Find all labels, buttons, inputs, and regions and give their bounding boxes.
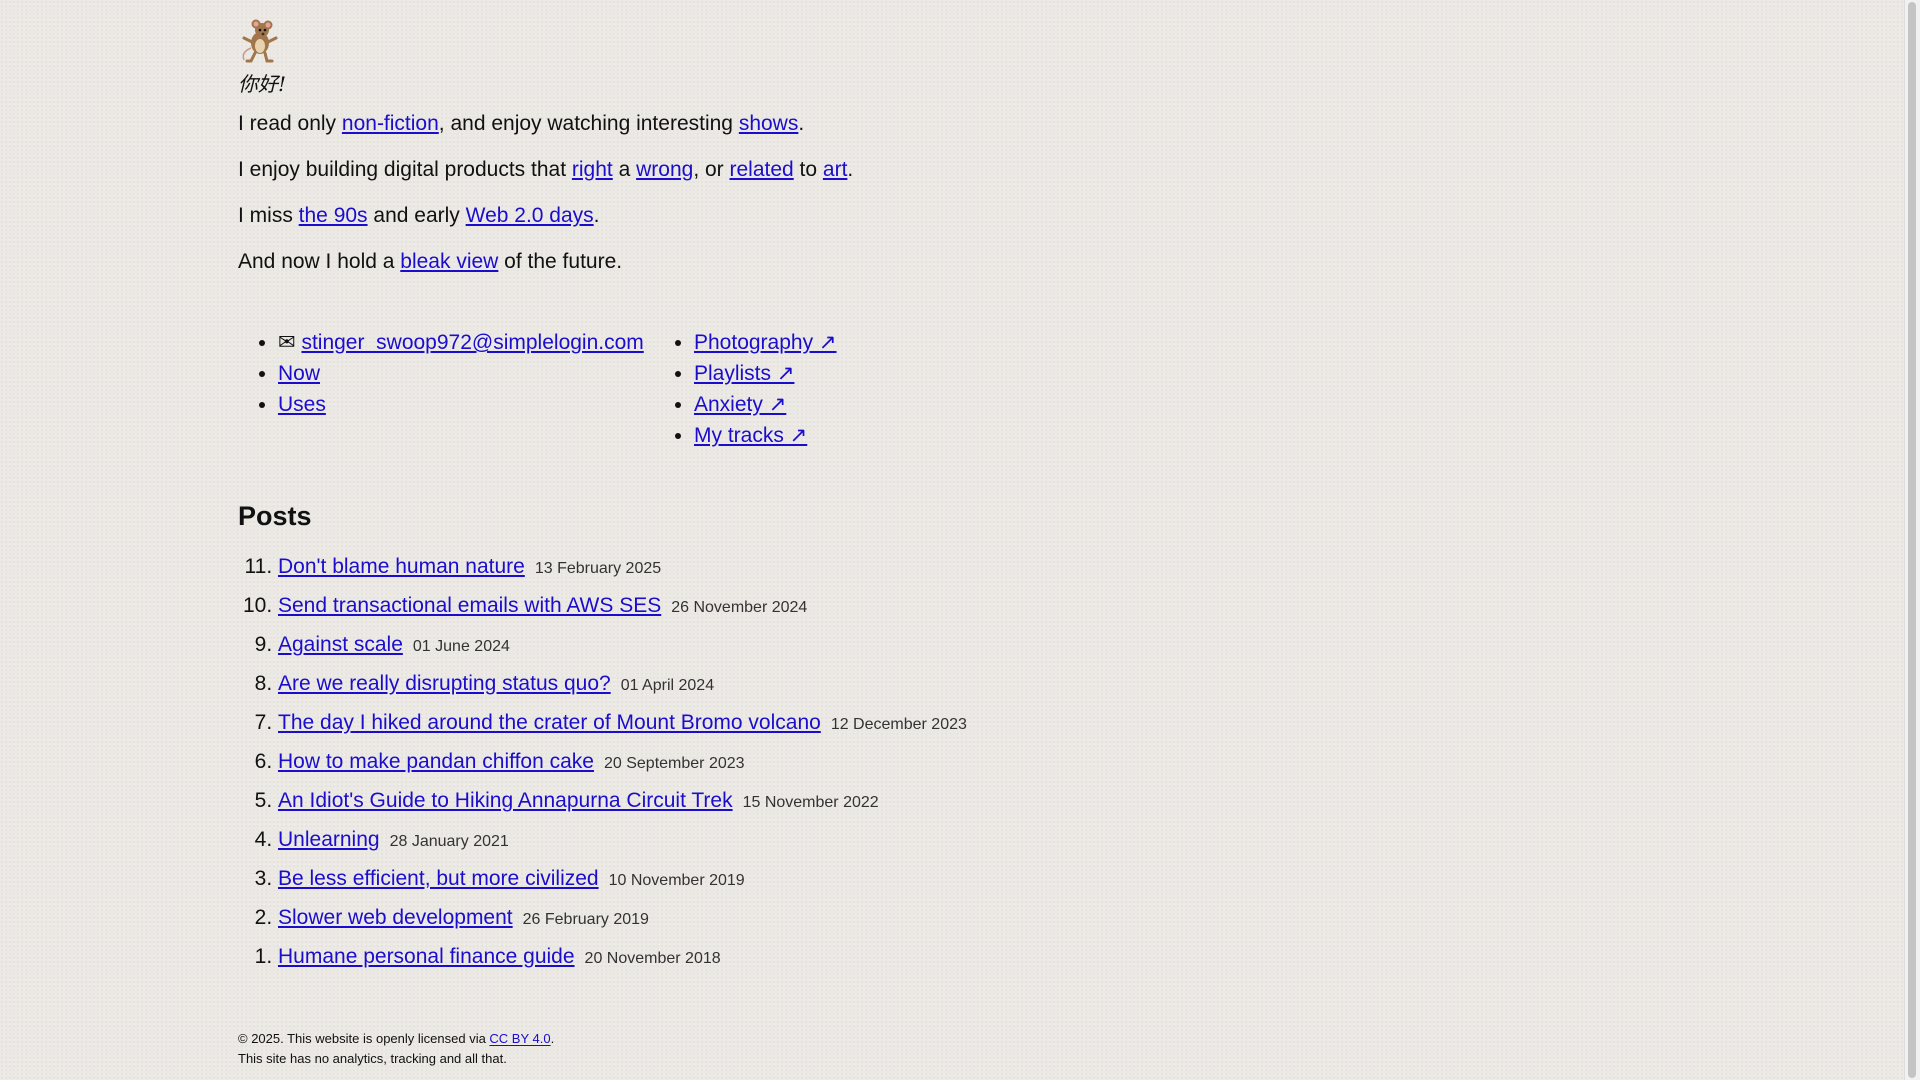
post-date: 01 April 2024 <box>620 677 715 694</box>
text: And now I hold a <box>238 250 401 273</box>
web-2-link[interactable]: Web 2.0 days <box>466 204 594 227</box>
envelope-icon: ✉ <box>278 331 296 354</box>
post-item: Unlearning 28 January 2021 <box>278 821 1538 860</box>
text: . <box>593 204 600 227</box>
text: . <box>798 112 805 135</box>
art-link[interactable]: art <box>823 158 848 181</box>
links-left: ✉ stinger_swoop972@simplelogin.com Now U… <box>238 327 654 451</box>
list-item: My tracks ↗ <box>694 420 837 451</box>
post-item: How to make pandan chiffon cake 20 Septem… <box>278 743 1538 782</box>
post-date: 15 November 2022 <box>742 794 879 811</box>
post-item: Don't blame human nature 13 February 2025 <box>278 548 1538 587</box>
the-90s-link[interactable]: the 90s <box>299 204 368 227</box>
bleak-view-link[interactable]: bleak view <box>400 250 498 273</box>
text: . <box>550 1031 555 1046</box>
text: , or <box>693 158 730 181</box>
text: and early <box>367 204 466 227</box>
post-item: Humane personal finance guide 20 November… <box>278 938 1538 977</box>
post-link[interactable]: An Idiot's Guide to Hiking Annapurna Cir… <box>278 789 733 812</box>
post-item: Slower web development 26 February 2019 <box>278 899 1538 938</box>
post-link[interactable]: How to make pandan chiffon cake <box>278 750 594 773</box>
post-item: Against scale 01 June 2024 <box>278 626 1538 665</box>
posts-list: Don't blame human nature 13 February 2025… <box>238 548 1538 977</box>
post-link[interactable]: Against scale <box>278 633 403 656</box>
post-item: The day I hiked around the crater of Mou… <box>278 704 1538 743</box>
my-tracks-link[interactable]: My tracks ↗ <box>694 424 807 447</box>
text: I miss <box>238 204 299 227</box>
footer-license: © 2025. This website is openly licensed … <box>238 1029 1538 1049</box>
vertical-scrollbar[interactable] <box>1904 0 1920 1080</box>
post-link[interactable]: Are we really disrupting status quo? <box>278 672 611 695</box>
post-date: 26 February 2019 <box>522 911 649 928</box>
text: , and enjoy watching interesting <box>438 112 739 135</box>
post-date: 28 January 2021 <box>389 833 509 850</box>
text: to <box>793 158 823 181</box>
post-link[interactable]: Don't blame human nature <box>278 555 525 578</box>
text: a <box>612 158 637 181</box>
posts-heading: Posts <box>238 501 312 531</box>
uses-link[interactable]: Uses <box>278 393 326 416</box>
post-item: Be less efficient, but more civilized 10 … <box>278 860 1538 899</box>
list-item: Playlists ↗ <box>694 358 837 389</box>
license-link[interactable]: CC BY 4.0 <box>489 1031 550 1046</box>
text: © 2025. This website is openly licensed … <box>238 1031 490 1046</box>
posts-section: Posts Don't blame human nature 13 Februar… <box>238 501 1538 977</box>
post-date: 12 December 2023 <box>830 716 967 733</box>
playlists-link[interactable]: Playlists ↗ <box>694 362 794 385</box>
photography-link[interactable]: Photography ↗ <box>694 331 837 354</box>
text: . <box>847 158 854 181</box>
text: of the future. <box>498 250 623 273</box>
list-item: Photography ↗ <box>694 327 837 358</box>
post-link[interactable]: The day I hiked around the crater of Mou… <box>278 711 821 734</box>
intro-nostalgia: I miss the 90s and early Web 2.0 days. <box>238 203 1538 229</box>
post-link[interactable]: Humane personal finance guide <box>278 945 575 968</box>
list-item: Now <box>278 358 654 389</box>
scrollbar-thumb[interactable] <box>1908 2 1916 1078</box>
links-right: Photography ↗ Playlists ↗ Anxiety ↗ My t… <box>654 327 837 451</box>
post-item: An Idiot's Guide to Hiking Annapurna Cir… <box>278 782 1538 821</box>
right-link[interactable]: right <box>572 158 613 181</box>
post-link[interactable]: Slower web development <box>278 906 513 929</box>
footer: © 2025. This website is openly licensed … <box>238 1029 1538 1069</box>
intro-future: And now I hold a bleak view of the futur… <box>238 249 1538 275</box>
list-item: ✉ stinger_swoop972@simplelogin.com <box>278 327 654 358</box>
post-date: 10 November 2019 <box>608 872 745 889</box>
wrong-link[interactable]: wrong <box>636 158 693 181</box>
shows-link[interactable]: shows <box>739 112 799 135</box>
now-link[interactable]: Now <box>278 362 320 385</box>
footer-privacy: This site has no analytics, tracking and… <box>238 1051 507 1066</box>
post-item: Send transactional emails with AWS SES 26… <box>278 587 1538 626</box>
anxiety-link[interactable]: Anxiety ↗ <box>694 393 786 416</box>
post-date: 13 February 2025 <box>534 560 662 577</box>
post-item: Are we really disrupting status quo? 01 A… <box>278 665 1538 704</box>
intro: I read only non-fiction, and enjoy watch… <box>238 111 1538 275</box>
text: I read only <box>238 112 342 135</box>
list-item: Uses <box>278 389 654 420</box>
mouse-mascot-icon <box>242 19 278 63</box>
page-content: 你好! I read only non-fiction, and enjoy w… <box>238 18 1538 1069</box>
post-date: 01 June 2024 <box>412 638 510 655</box>
post-date: 20 September 2023 <box>603 755 745 772</box>
intro-building: I enjoy building digital products that r… <box>238 157 1538 183</box>
post-date: 26 November 2024 <box>671 599 808 616</box>
non-fiction-link[interactable]: non-fiction <box>342 112 439 135</box>
related-link[interactable]: related <box>730 158 794 181</box>
intro-reading: I read only non-fiction, and enjoy watch… <box>238 111 1538 137</box>
post-date: 20 November 2018 <box>584 950 721 967</box>
email-link[interactable]: stinger_swoop972@simplelogin.com <box>301 331 643 354</box>
post-link[interactable]: Unlearning <box>278 828 380 851</box>
greeting: 你好! <box>238 72 287 96</box>
list-item: Anxiety ↗ <box>694 389 837 420</box>
links-section: ✉ stinger_swoop972@simplelogin.com Now U… <box>238 327 1538 451</box>
post-link[interactable]: Send transactional emails with AWS SES <box>278 594 661 617</box>
text: I enjoy building digital products that <box>238 158 572 181</box>
post-link[interactable]: Be less efficient, but more civilized <box>278 867 599 890</box>
